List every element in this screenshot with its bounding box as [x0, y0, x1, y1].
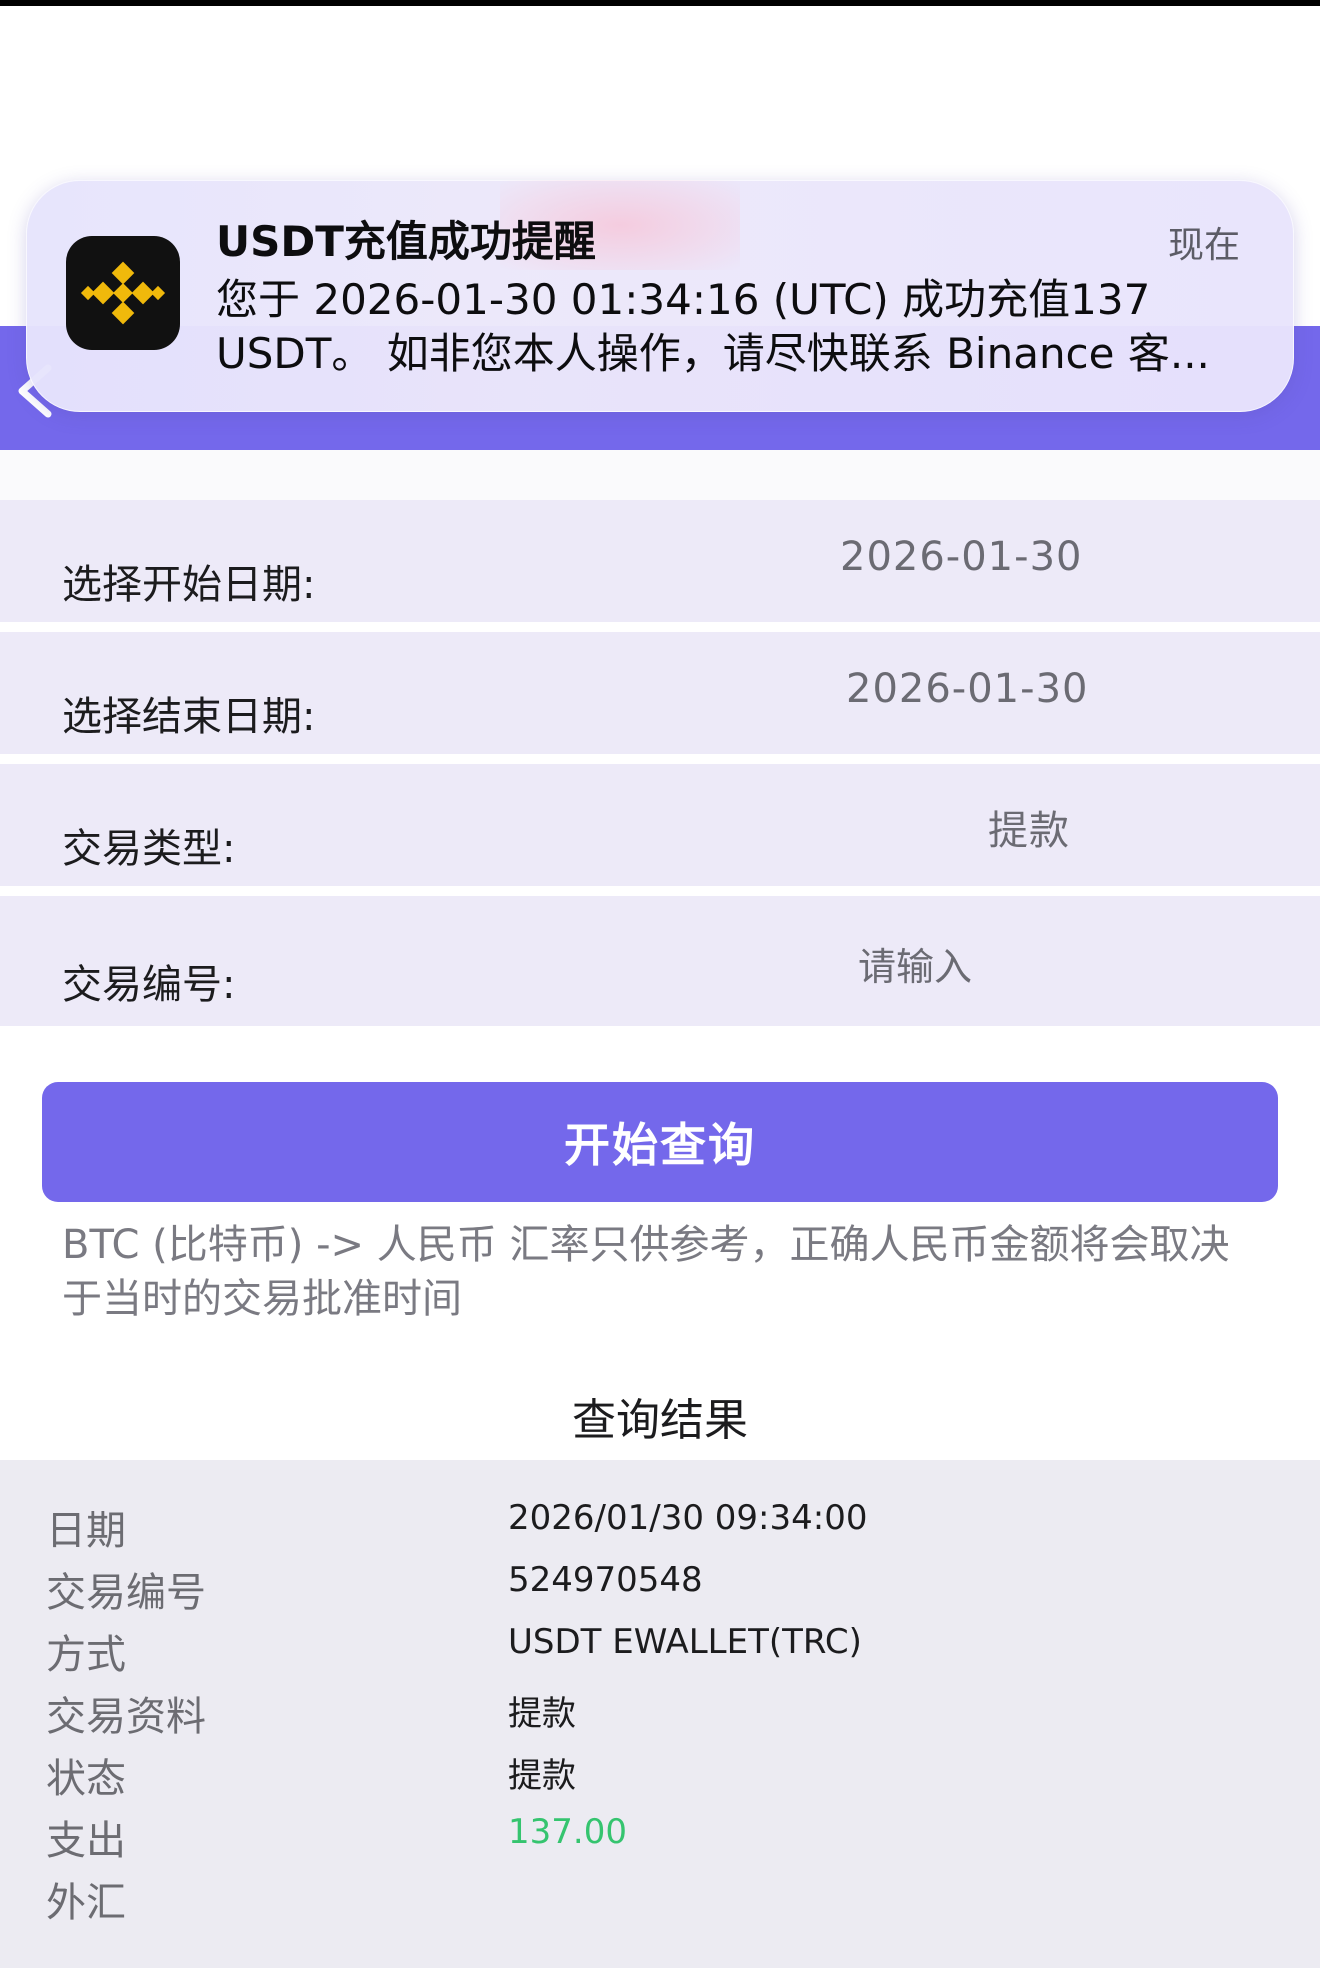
- end-date-value[interactable]: 2026-01-30: [846, 666, 1088, 712]
- result-label-txn-id: 交易编号: [46, 1570, 206, 1616]
- results-panel: 日期 2026/01/30 09:34:00 交易编号 524970548 方式…: [0, 1460, 1320, 1968]
- notification-title: USDT充值成功提醒: [216, 217, 596, 266]
- result-value-details: 提款: [508, 1694, 576, 1734]
- end-date-label: 选择结束日期:: [62, 694, 316, 740]
- status-bar-area: [0, 6, 1320, 186]
- results-title: 查询结果: [572, 1395, 748, 1446]
- transaction-type-label: 交易类型:: [62, 826, 236, 872]
- result-value-method: USDT EWALLET(TRC): [508, 1622, 862, 1662]
- exchange-rate-note: BTC (比特币) -> 人民币 汇率只供参考，正确人民币金额将会取决于当时的交…: [62, 1222, 1230, 1322]
- binance-logo-icon: [66, 236, 180, 350]
- transaction-id-row[interactable]: 交易编号: 请输入: [0, 896, 1320, 1026]
- result-label-forex: 外汇: [46, 1880, 126, 1926]
- notification-body-line-1: 您于 2026-01-30 01:34:16 (UTC) 成功充值137: [216, 275, 1151, 324]
- result-label-details: 交易资料: [46, 1694, 206, 1740]
- start-date-label: 选择开始日期:: [62, 562, 316, 608]
- result-label-method: 方式: [46, 1632, 126, 1678]
- transaction-type-value[interactable]: 提款: [988, 798, 1070, 856]
- result-value-date: 2026/01/30 09:34:00: [508, 1498, 868, 1538]
- result-label-expense: 支出: [46, 1818, 126, 1864]
- start-date-row[interactable]: 选择开始日期: 2026-01-30: [0, 500, 1320, 622]
- transaction-id-label: 交易编号:: [62, 962, 236, 1008]
- start-query-button[interactable]: 开始查询: [42, 1082, 1278, 1202]
- transaction-id-input[interactable]: 请输入: [858, 936, 972, 991]
- start-date-value[interactable]: 2026-01-30: [840, 534, 1082, 580]
- end-date-row[interactable]: 选择结束日期: 2026-01-30: [0, 632, 1320, 754]
- result-value-status: 提款: [508, 1756, 576, 1796]
- header-spacer: [0, 450, 1320, 500]
- result-label-date: 日期: [46, 1508, 126, 1554]
- notification-time: 现在: [1168, 225, 1241, 266]
- result-value-txn-id: 524970548: [508, 1560, 703, 1600]
- notification-body-line-2: USDT。 如非您本人操作，请尽快联系 Binance 客...: [216, 329, 1210, 378]
- result-value-expense: 137.00: [508, 1812, 627, 1852]
- transaction-type-row[interactable]: 交易类型: 提款: [0, 764, 1320, 886]
- result-label-status: 状态: [46, 1756, 126, 1802]
